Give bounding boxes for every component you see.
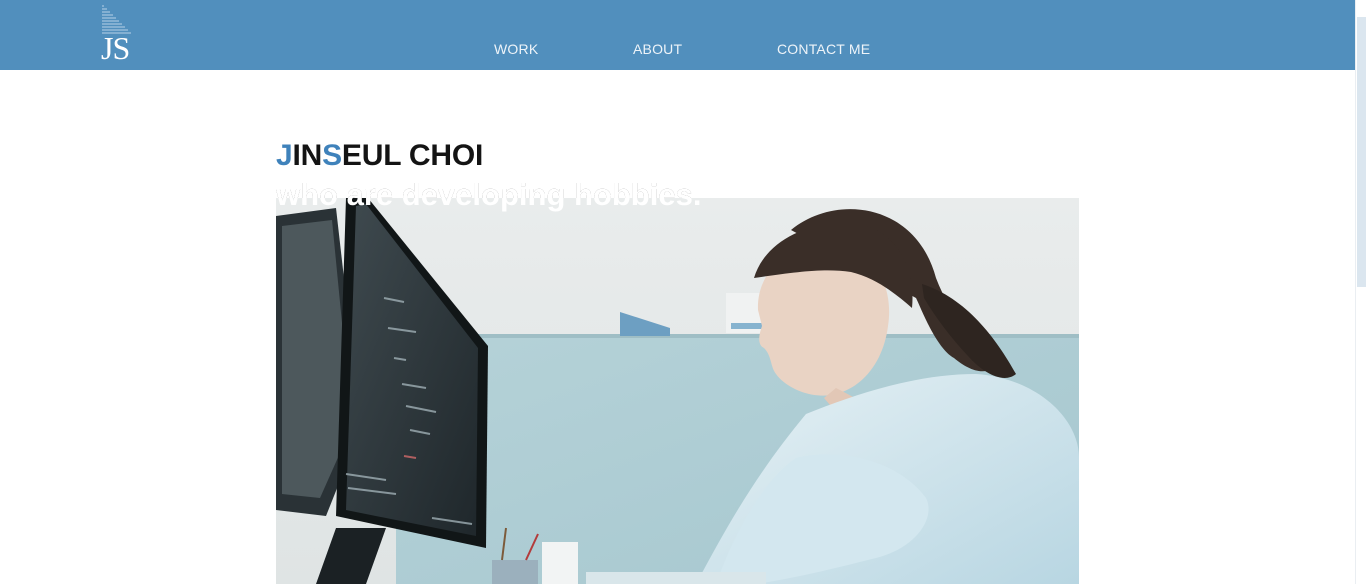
name-initial-j: J [276,139,293,172]
name-part-rest: EUL CHOI [341,139,484,172]
hero-photo [276,198,1079,584]
nav-about-link[interactable]: ABOUT [633,41,682,58]
hero-tagline: who are developing hobbies. [276,177,702,198]
nav-work-link[interactable]: WORK [494,41,538,58]
site-logo[interactable]: JS [100,4,140,64]
top-navigation-bar: JS WORK ABOUT CONTACT ME [0,0,1355,70]
person-at-computer-illustration [276,198,1079,584]
name-part-in: IN [292,139,323,172]
name-initial-s: S [322,139,342,172]
hero-name-heading: JINSEUL CHOI [276,138,483,174]
scrollbar-thumb[interactable] [1357,17,1366,287]
logo-monogram: JS [101,30,130,66]
page-scrollbar[interactable] [1355,0,1366,584]
nav-contact-link[interactable]: CONTACT ME [777,41,870,58]
